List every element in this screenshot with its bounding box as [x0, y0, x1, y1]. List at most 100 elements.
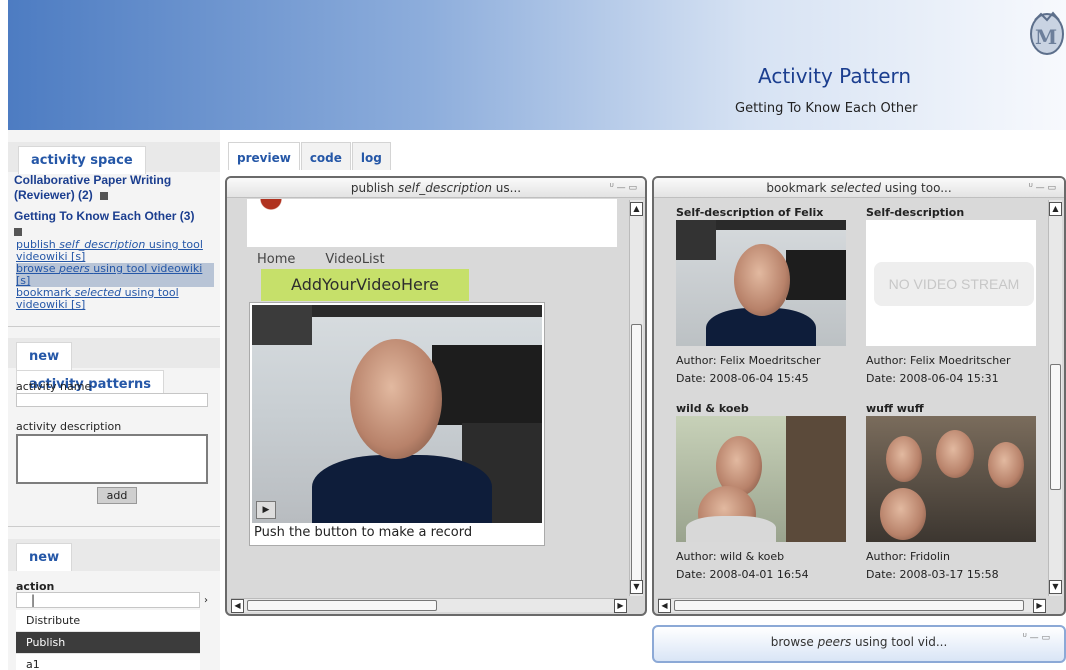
scroll-down-icon[interactable]: ▼: [630, 580, 643, 594]
tab-activity-space[interactable]: activity space: [18, 146, 146, 174]
widget-titlebar[interactable]: publish self_description us... ᵁ — ▭: [227, 178, 645, 198]
video-thumbnail[interactable]: NO VIDEO STREAM: [866, 220, 1036, 346]
bookmark-item[interactable]: Self-description of Felix Author: Felix …: [676, 206, 856, 396]
activity-space-list: Collaborative Paper Writing (Reviewer) (…: [14, 173, 214, 311]
person-face: [936, 430, 974, 478]
bookmark-author: Author: Felix Moedritscher: [866, 354, 1011, 367]
window-controls-icon[interactable]: ᵁ — ▭: [1023, 633, 1050, 643]
horizontal-scrollbar[interactable]: ◀ ▶: [231, 598, 627, 613]
window-controls-icon[interactable]: ᵁ — ▭: [610, 178, 637, 198]
action-input[interactable]: |: [16, 592, 200, 608]
chevron-right-icon[interactable]: ›: [204, 595, 208, 606]
activity-description-input[interactable]: [16, 434, 208, 484]
space-link-paper-writing[interactable]: Collaborative Paper Writing (Reviewer) (…: [14, 173, 171, 202]
browse-widget[interactable]: browse peers using tool vid... ᵁ — ▭: [652, 625, 1066, 663]
widget-title-text: us...: [491, 181, 522, 195]
bookmark-title[interactable]: wild & koeb: [676, 402, 856, 416]
horizontal-scrollbar[interactable]: ◀ ▶: [658, 598, 1046, 613]
vertical-scrollbar[interactable]: ▲ ▼: [1048, 200, 1062, 596]
widget-title-text: using too...: [880, 181, 952, 195]
person-face: [734, 244, 790, 316]
bookmark-meta: Author: wild & koeb Date: 2008-04-01 16:…: [676, 548, 809, 584]
dropdown-option-publish[interactable]: Publish: [16, 632, 200, 654]
shelf: [676, 220, 716, 260]
header-banner: Activity Pattern Getting To Know Each Ot…: [8, 0, 1066, 130]
publish-nav: Home VideoList: [257, 252, 415, 267]
video-thumbnail[interactable]: [676, 416, 846, 542]
widget-titlebar[interactable]: bookmark selected using too... ᵁ — ▭: [654, 178, 1064, 198]
video-thumbnail[interactable]: [676, 220, 846, 346]
activity-link-bookmark[interactable]: bookmark selected using tool videowiki […: [16, 287, 214, 311]
widget-titlebar[interactable]: browse peers using tool vid...: [654, 627, 1064, 657]
scroll-thumb[interactable]: [247, 600, 437, 611]
checkbox-icon[interactable]: [14, 228, 22, 236]
activity-rest: using tool videowiki: [93, 262, 203, 275]
activity-tag[interactable]: [s]: [71, 298, 85, 311]
bookmark-date: Date: 2008-04-01 16:54: [676, 568, 809, 581]
activity-description-label: activity description: [16, 420, 122, 433]
bookmark-date: Date: 2008-06-04 15:45: [676, 372, 809, 385]
widget-title-text: using tool vid...: [851, 635, 948, 649]
dropdown-option-distribute[interactable]: Distribute: [16, 610, 200, 632]
scroll-left-icon[interactable]: ◀: [231, 599, 244, 613]
space-item-paper-writing[interactable]: Collaborative Paper Writing (Reviewer) (…: [14, 173, 214, 203]
logo-icon: M: [1030, 11, 1064, 55]
shelf: [432, 345, 542, 425]
person-shirt: [312, 455, 492, 523]
tab-new-action[interactable]: new: [16, 543, 73, 571]
tab-log[interactable]: log: [351, 142, 391, 170]
person-face: [880, 488, 926, 540]
activity-link-browse[interactable]: browse peers using tool videowiki [s]: [16, 263, 214, 287]
space-link-getting-to-know[interactable]: Getting To Know Each Other (3): [14, 209, 214, 224]
bookmark-meta: Author: Fridolin Date: 2008-03-17 15:58: [866, 548, 999, 584]
scroll-right-icon[interactable]: ▶: [614, 599, 627, 613]
scroll-up-icon[interactable]: ▲: [630, 202, 643, 216]
bookmark-author: Author: Fridolin: [866, 550, 950, 563]
main-tabbar: preview code log: [228, 142, 392, 170]
publish-widget: publish self_description us... ᵁ — ▭ Hom…: [225, 176, 647, 616]
scroll-up-icon[interactable]: ▲: [1049, 202, 1062, 216]
add-button[interactable]: add: [97, 487, 137, 504]
window-controls-icon[interactable]: ᵁ — ▭: [1029, 178, 1056, 198]
video-thumbnail[interactable]: [866, 416, 1036, 542]
tab-new[interactable]: new: [16, 342, 73, 370]
page-subtitle: Getting To Know Each Other: [735, 101, 918, 116]
tab-preview[interactable]: preview: [228, 142, 300, 170]
page-title: Activity Pattern: [758, 64, 912, 88]
space-item-getting-to-know[interactable]: Getting To Know Each Other (3): [14, 209, 214, 237]
activity-space-tabbar: activity space: [8, 142, 220, 174]
scroll-thumb[interactable]: [674, 600, 1024, 611]
bookmark-title[interactable]: wuff wuff: [866, 402, 1046, 416]
bookmark-item[interactable]: wuff wuff Author: Fridolin Date: 2008-03…: [866, 402, 1046, 592]
play-icon[interactable]: ▶: [256, 501, 276, 519]
person-shirt: [686, 516, 776, 542]
nav-home-link[interactable]: Home: [257, 252, 295, 267]
bookmark-item[interactable]: Self-description NO VIDEO STREAM Author:…: [866, 206, 1046, 396]
brand-mark: [251, 199, 291, 213]
publish-widget-body: Home VideoList AddYourVideoHere ▶ Push th…: [227, 199, 627, 596]
add-your-video-button[interactable]: AddYourVideoHere: [261, 269, 469, 301]
nav-videolist-link[interactable]: VideoList: [325, 252, 384, 267]
dropdown-option-a1[interactable]: a1: [16, 654, 200, 670]
bookmark-title[interactable]: Self-description of Felix: [676, 206, 856, 220]
no-video-placeholder: NO VIDEO STREAM: [874, 262, 1034, 306]
scroll-right-icon[interactable]: ▶: [1033, 599, 1046, 613]
activity-object: peers: [59, 262, 90, 275]
activity-link-publish[interactable]: publish self_description using tool vide…: [16, 239, 214, 263]
bookmark-item[interactable]: wild & koeb Author: wild & koeb Date: 20…: [676, 402, 856, 592]
activity-name-label: activity name: [16, 380, 92, 393]
activity-patterns-tabbar: new activity patterns: [8, 338, 220, 398]
scroll-down-icon[interactable]: ▼: [1049, 580, 1062, 594]
checkbox-icon[interactable]: [100, 192, 109, 200]
vertical-scrollbar[interactable]: ▲ ▼: [629, 200, 643, 596]
scroll-thumb[interactable]: [631, 324, 642, 586]
activity-name-input[interactable]: [16, 393, 208, 407]
bookmark-widget: bookmark selected using too... ᵁ — ▭ Sel…: [652, 176, 1066, 616]
svg-text:M: M: [1035, 25, 1057, 49]
tab-code[interactable]: code: [300, 142, 351, 170]
divider: [8, 326, 220, 327]
scroll-left-icon[interactable]: ◀: [658, 599, 671, 613]
bookmark-title[interactable]: Self-description: [866, 206, 1046, 220]
scroll-thumb[interactable]: [1050, 364, 1061, 490]
bookmark-author: Author: Felix Moedritscher: [676, 354, 821, 367]
